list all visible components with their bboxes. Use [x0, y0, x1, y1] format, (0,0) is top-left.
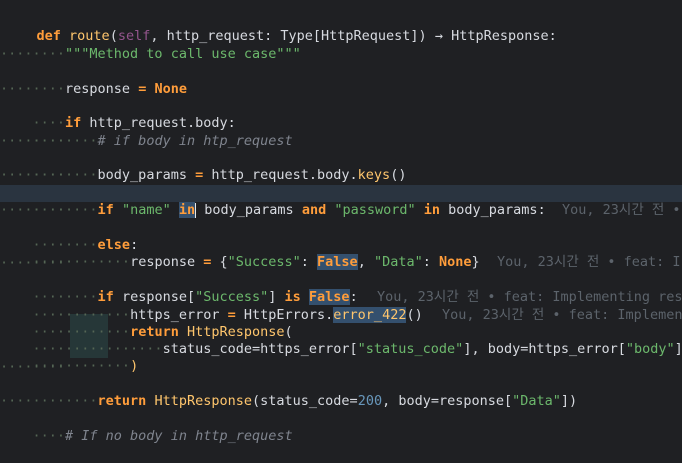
code-line-13[interactable]: ········else: [0, 220, 682, 253]
blank-line[interactable]: ········ [0, 255, 682, 272]
indent-dots: ········ [0, 167, 66, 183]
indent-dots: ········ [0, 202, 66, 218]
code-line-11-active[interactable]: ········if "name" in body_params and "pa… [0, 185, 682, 219]
indent-dots: ···· [32, 428, 66, 445]
indent-dots: ········ [0, 255, 66, 271]
indent-dots: ········ [0, 359, 66, 375]
code-line-1[interactable]: def route(self, http_request: Type[HttpR… [4, 11, 682, 44]
comment: # If no body in http_request [65, 428, 293, 445]
blank-line[interactable]: ········ [0, 167, 682, 184]
indent-dots: ···· [0, 81, 33, 97]
indent-dots: ········ [0, 133, 66, 149]
blank-line[interactable]: ···· [0, 46, 682, 63]
code-line-19[interactable]: ················status_code=https_error[… [0, 324, 682, 357]
code-line-20[interactable]: ············) [0, 341, 682, 374]
code-line-6[interactable]: ····if http_request.body: [0, 98, 682, 131]
blank-line[interactable]: ···· [0, 393, 682, 410]
code-line-22[interactable]: ········return HttpResponse(status_code=… [0, 376, 682, 409]
blank-line[interactable]: ···· [0, 81, 682, 98]
indent-dots: ···· [0, 46, 33, 62]
indent-dots: ···· [0, 393, 33, 409]
code-line-14[interactable]: ············response = {"Success": False… [0, 237, 682, 271]
code-line-9[interactable]: ········body_params = http_request.body.… [0, 150, 682, 183]
blank-line[interactable]: ········ [0, 202, 682, 219]
blank-line[interactable]: ········ [0, 359, 682, 376]
code-line-17[interactable]: ············https_error = HttpErrors.err… [0, 290, 682, 324]
code-line-2[interactable]: ····"""Method to call use case""" [0, 29, 682, 62]
blank-line[interactable]: ········ [0, 133, 682, 150]
code-line-4[interactable]: ····response = None [0, 64, 682, 97]
code-line-7[interactable]: ········# if body in htp_request [0, 116, 682, 149]
code-line-16[interactable]: ········if response["Success"] is False:… [0, 272, 682, 306]
code-editor[interactable]: def route(self, http_request: Type[HttpR… [0, 0, 682, 444]
code-line-18[interactable]: ············return HttpResponse( [0, 307, 682, 340]
